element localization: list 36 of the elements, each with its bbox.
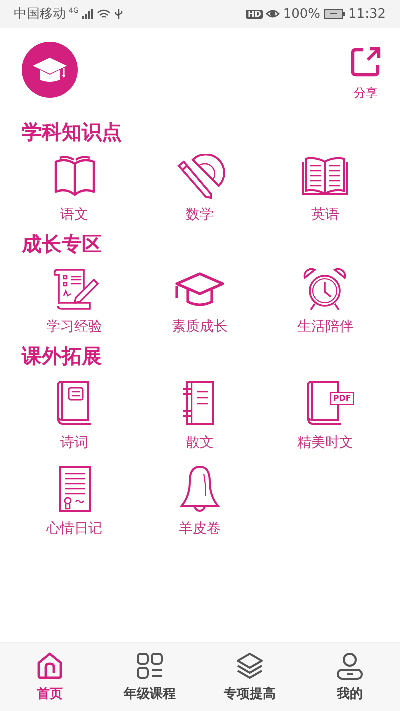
category-item[interactable]: PDF 精美时文 — [262, 378, 388, 452]
ruler-pencil-icon — [174, 154, 225, 200]
category-item[interactable]: 数学 — [137, 154, 263, 224]
section-title: 学科知识点 — [22, 119, 123, 146]
wifi-icon — [96, 8, 111, 20]
category-item[interactable]: 诗词 — [12, 378, 138, 452]
nav-tab[interactable]: 首页 — [0, 643, 100, 711]
nav-tab[interactable]: 年级课程 — [100, 643, 200, 711]
nav-tab[interactable]: 我的 — [300, 643, 400, 711]
layers-icon — [235, 651, 265, 681]
category-item[interactable]: 羊皮卷 — [137, 464, 263, 538]
category-item[interactable]: 语文 — [12, 154, 138, 224]
share-button[interactable]: 分享 — [350, 46, 382, 102]
category-item[interactable]: 英语 — [262, 154, 388, 224]
signal-icon — [82, 9, 94, 19]
app-logo — [22, 42, 78, 98]
file-tag: PDF — [330, 392, 354, 405]
share-icon — [350, 46, 382, 78]
grid-icon — [135, 651, 165, 681]
category-item[interactable]: 散文 — [137, 378, 263, 452]
category-item[interactable]: 素质成长 — [137, 266, 263, 336]
battery-icon — [324, 9, 346, 19]
battery-percent: 100% — [283, 6, 321, 22]
clock-time: 11:32 — [348, 6, 386, 22]
home-icon — [35, 651, 65, 681]
person-icon — [335, 651, 365, 681]
category-item[interactable]: 心情日记 — [12, 464, 138, 538]
nav-tab[interactable]: 专项提高 — [200, 643, 300, 711]
eye-icon — [266, 9, 280, 19]
section-title: 课外拓展 — [22, 343, 103, 370]
category-item[interactable]: 学习经验 — [12, 266, 138, 336]
carrier-name: 中国移动 — [14, 6, 66, 23]
hd-badge: HD — [246, 10, 264, 18]
section-title: 成长专区 — [22, 231, 103, 258]
category-item[interactable]: 生活陪伴 — [262, 266, 388, 336]
usb-icon — [114, 8, 124, 20]
